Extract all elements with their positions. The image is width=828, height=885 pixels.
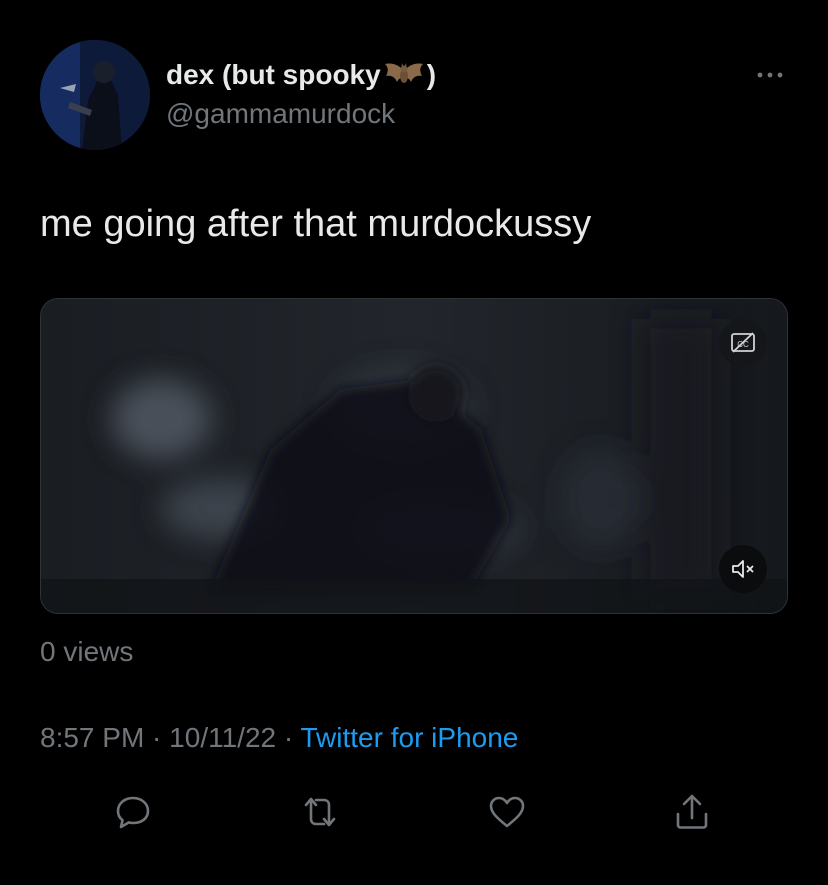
video-player[interactable]: CC	[40, 298, 788, 614]
share-icon	[676, 794, 708, 829]
more-options-icon[interactable]	[753, 62, 787, 88]
video-frame	[41, 299, 787, 613]
display-name-close: )	[426, 59, 437, 90]
reply-button[interactable]	[111, 790, 155, 834]
unmute-button[interactable]	[719, 545, 767, 593]
retweet-button[interactable]	[298, 790, 342, 834]
display-name[interactable]: dex (but spooky )	[166, 58, 436, 92]
like-button[interactable]	[485, 790, 529, 834]
bat-emoji-icon	[383, 58, 425, 92]
action-bar	[0, 790, 828, 834]
view-count: 0 views	[40, 636, 134, 667]
meta-separator-2: ·	[276, 722, 301, 753]
speaker-muted-icon	[732, 560, 754, 578]
tweet-text: me going after that murdockussy	[40, 203, 592, 245]
retweet-icon	[304, 797, 336, 827]
tweet-date[interactable]: 10/11/22	[169, 722, 276, 753]
avatar[interactable]	[40, 40, 150, 150]
closed-captions-off-icon: CC	[731, 332, 755, 353]
heart-icon	[489, 796, 525, 828]
tweet-detail: dex (but spooky ) @gammamurdock me going…	[0, 0, 828, 885]
reply-icon	[116, 796, 150, 829]
tweet-source-link[interactable]: Twitter for iPhone	[300, 722, 518, 753]
tweet-time[interactable]: 8:57 PM	[40, 722, 144, 753]
meta-separator: ·	[144, 722, 170, 753]
avatar-image	[40, 40, 150, 150]
display-name-text: dex (but spooky	[166, 59, 381, 90]
share-button[interactable]	[670, 790, 714, 834]
closed-captions-button[interactable]: CC	[719, 319, 767, 367]
tweet-meta: 8:57 PM · 10/11/22 · Twitter for iPhone	[40, 722, 518, 754]
user-handle[interactable]: @gammamurdock	[166, 98, 395, 130]
